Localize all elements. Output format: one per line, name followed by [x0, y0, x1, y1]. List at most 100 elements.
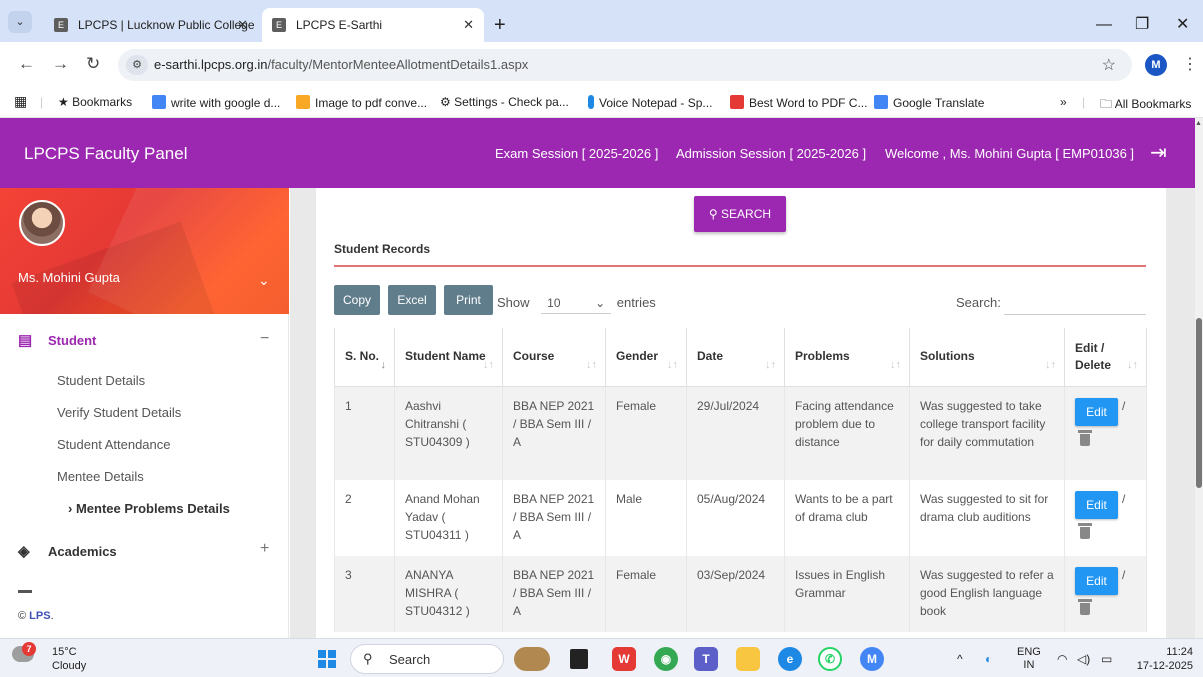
wifi-icon[interactable]: ◠: [1057, 652, 1067, 666]
col-header-edit-delete[interactable]: Edit / Delete ↓↑: [1064, 328, 1147, 387]
footer-brand[interactable]: LPS: [29, 610, 50, 622]
sidebar-item-verify-student-details[interactable]: Verify Student Details: [57, 405, 181, 420]
all-bookmarks-button[interactable]: 🗀 All Bookmarks: [1100, 95, 1191, 116]
scrollbar-thumb[interactable]: [1196, 318, 1202, 488]
bookmark-item[interactable]: ⚙ Settings - Check pa...: [440, 95, 569, 109]
new-tab-button[interactable]: +: [494, 8, 506, 42]
entries-select[interactable]: 10 ⌄: [541, 296, 612, 314]
restore-icon[interactable]: ❐: [1135, 8, 1149, 42]
lines-icon: [296, 95, 310, 109]
col-header-sno[interactable]: S. No. ↓: [334, 328, 395, 387]
bookmarks-divider: |: [40, 95, 44, 109]
task-view-icon[interactable]: [570, 649, 588, 669]
bookmark-item[interactable]: write with google d...: [152, 95, 280, 110]
tab-lpcps-college[interactable]: E LPCPS | Lucknow Public College ✕: [44, 8, 258, 42]
bookmarks-overflow-button[interactable]: »: [1060, 95, 1067, 109]
logout-icon[interactable]: ⇥: [1150, 140, 1167, 165]
apps-grid-icon[interactable]: ▦: [14, 93, 27, 110]
edge-tray-icon[interactable]: ◐: [985, 652, 992, 666]
main-content: ⚲ SEARCH Student Records Copy Excel Prin…: [290, 188, 1195, 638]
col-header-date[interactable]: Date ↓↑: [686, 328, 785, 387]
teams-icon[interactable]: T: [694, 647, 718, 671]
bookmark-item[interactable]: Google Translate: [874, 95, 984, 110]
sidebar-item-student[interactable]: ▤ Student: [18, 331, 96, 349]
excel-button[interactable]: Excel: [388, 285, 436, 315]
cell-solution: Was suggested to refer a good English la…: [909, 556, 1065, 632]
reload-icon[interactable]: ↻: [86, 54, 100, 74]
system-clock[interactable]: 11:24 17-12-2025: [1133, 645, 1193, 673]
col-header-gender[interactable]: Gender ↓↑: [605, 328, 687, 387]
sidebar-item-student-details[interactable]: Student Details: [57, 373, 145, 388]
battery-icon[interactable]: ▭: [1101, 652, 1112, 666]
print-button[interactable]: Print: [444, 285, 493, 315]
col-header-student-name[interactable]: Student Name ↓↑: [394, 328, 503, 387]
back-arrow-icon[interactable]: ←: [18, 54, 35, 74]
star-icon: ★: [58, 95, 73, 109]
sidebar-item-academics[interactable]: ◈ Academics: [18, 542, 117, 560]
browser-menu-icon[interactable]: ⋮: [1182, 54, 1198, 74]
cell-gender: Female: [605, 556, 687, 632]
user-name[interactable]: Ms. Mohini Gupta: [18, 270, 120, 285]
delete-trash-icon[interactable]: [1078, 599, 1092, 615]
sidebar-item-student-attendance[interactable]: Student Attendance: [57, 437, 170, 452]
close-window-icon[interactable]: ✕: [1176, 8, 1189, 42]
wps-office-icon[interactable]: W: [612, 647, 636, 671]
col-header-solutions[interactable]: Solutions ↓↑: [909, 328, 1065, 387]
search-button[interactable]: ⚲ SEARCH: [694, 196, 786, 232]
sidebar-item-mentee-details[interactable]: Mentee Details: [57, 469, 144, 484]
action-separator: /: [1122, 398, 1126, 413]
sidebar-item-mentee-problems-details[interactable]: › Mentee Problems Details: [68, 501, 230, 516]
bookmarks-bar: ▦ | ★ Bookmarks write with google d... I…: [0, 88, 1203, 118]
bookmark-item[interactable]: Best Word to PDF C...: [730, 95, 867, 110]
minimize-icon[interactable]: —: [1096, 8, 1112, 42]
page-scrollbar[interactable]: ▲: [1195, 118, 1203, 638]
sort-icon: ↓↑: [1127, 359, 1138, 372]
cell-course: BBA NEP 2021 / BBA Sem III / A: [502, 386, 606, 480]
sidebar-footer: © LPS.: [18, 610, 54, 622]
widgets-app-icon[interactable]: [514, 647, 550, 671]
expand-icon[interactable]: +: [260, 540, 269, 558]
entries-label: entries: [616, 295, 656, 310]
chevron-down-icon[interactable]: ⌄: [258, 272, 270, 289]
cell-date: 05/Aug/2024: [686, 480, 785, 556]
bookmark-item[interactable]: Image to pdf conve...: [296, 95, 427, 110]
windows-start-icon[interactable]: [318, 650, 336, 668]
scroll-up-icon[interactable]: ▲: [1195, 120, 1202, 127]
taskbar-search[interactable]: ⚲ Search: [350, 644, 504, 674]
edge-icon[interactable]: e: [778, 647, 802, 671]
tab-lpcps-esarthi[interactable]: E LPCPS E-Sarthi ✕: [262, 8, 484, 42]
weather-text: 15°C Cloudy: [52, 646, 87, 672]
table-header-row: S. No. ↓ Student Name ↓↑ Course ↓↑ Gender ↓↑…: [334, 328, 1147, 387]
delete-trash-icon[interactable]: [1078, 523, 1092, 539]
chrome-icon[interactable]: ◉: [654, 647, 678, 671]
copy-button[interactable]: Copy: [334, 285, 380, 315]
bookmark-item[interactable]: ★ Bookmarks: [58, 95, 132, 109]
collapse-icon[interactable]: −: [260, 330, 269, 348]
file-explorer-icon[interactable]: [736, 647, 760, 671]
search-input[interactable]: [1004, 293, 1146, 315]
tab-close-icon[interactable]: ✕: [463, 8, 474, 42]
chrome-profile-icon[interactable]: M: [860, 647, 884, 671]
url-field[interactable]: ⚙ e-sarthi.lpcps.org.in/faculty/MentorMe…: [118, 49, 1132, 81]
forward-arrow-icon[interactable]: →: [52, 54, 69, 74]
avatar: [19, 200, 65, 246]
tab-close-icon[interactable]: ✕: [237, 8, 248, 42]
edit-button[interactable]: Edit: [1075, 567, 1118, 595]
table-row: 1 Aashvi Chitranshi ( STU04309 ) BBA NEP…: [334, 386, 1147, 480]
tray-overflow-icon[interactable]: ^: [957, 652, 963, 666]
cell-sno: 3: [334, 556, 395, 632]
tab-search-chevron-icon[interactable]: ⌄: [8, 11, 32, 33]
volume-icon[interactable]: ◁): [1077, 652, 1090, 666]
col-header-problems[interactable]: Problems ↓↑: [784, 328, 910, 387]
edit-button[interactable]: Edit: [1075, 491, 1118, 519]
site-info-icon[interactable]: ⚙: [126, 55, 148, 75]
profile-avatar[interactable]: M: [1145, 54, 1167, 76]
brand-title[interactable]: LPCPS Faculty Panel: [24, 144, 187, 164]
delete-trash-icon[interactable]: [1078, 429, 1092, 446]
bookmark-item[interactable]: Voice Notepad - Sp...: [588, 95, 712, 110]
language-indicator[interactable]: ENG IN: [1017, 646, 1041, 672]
bookmark-star-icon[interactable]: ☆: [1102, 55, 1116, 75]
whatsapp-icon[interactable]: ✆: [818, 647, 842, 671]
col-header-course[interactable]: Course ↓↑: [502, 328, 606, 387]
edit-button[interactable]: Edit: [1075, 397, 1118, 426]
